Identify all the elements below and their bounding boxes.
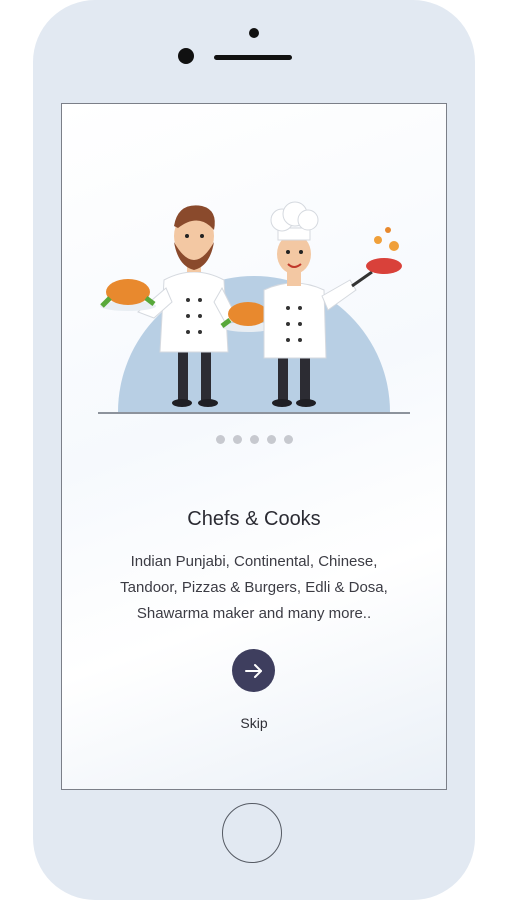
arrow-right-icon (244, 663, 262, 678)
description-line: Tandoor, Pizzas & Burgers, Edli & Dosa, (120, 579, 388, 596)
pagination-dot[interactable] (232, 435, 242, 444)
next-button[interactable] (232, 649, 275, 692)
pagination-dot[interactable] (215, 435, 225, 444)
two-chefs-illustration (98, 201, 410, 414)
skip-link[interactable]: Skip (62, 715, 446, 731)
pagination-dots (62, 435, 446, 444)
pagination-dot[interactable] (266, 435, 276, 444)
front-camera (249, 28, 259, 38)
pagination-dot[interactable] (283, 435, 293, 444)
onboarding-description: Indian Punjabi, Continental, Chinese, Ta… (82, 549, 426, 627)
onboarding-title: Chefs & Cooks (187, 508, 321, 530)
proximity-sensor (178, 48, 194, 64)
pagination-dot[interactable] (249, 435, 259, 444)
home-button[interactable] (222, 803, 282, 863)
phone-frame: Chefs & Cooks Indian Punjabi, Continenta… (33, 0, 475, 900)
description-line: Shawarma maker and many more.. (136, 605, 372, 622)
earpiece-speaker (214, 55, 292, 60)
app-screen: Chefs & Cooks Indian Punjabi, Continenta… (61, 103, 447, 790)
description-line: Indian Punjabi, Continental, Chinese, (130, 553, 378, 570)
